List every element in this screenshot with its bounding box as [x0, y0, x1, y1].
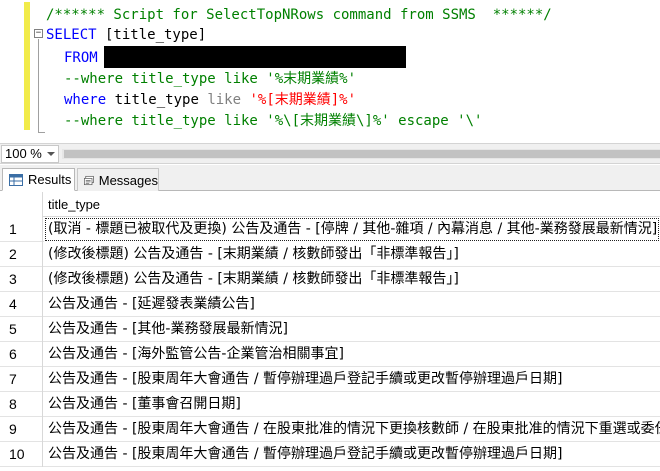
table-cell[interactable]: 公告及通告 - [延遲發表業績公告] [44, 292, 660, 317]
row-number[interactable]: 7 [0, 367, 43, 392]
row-number[interactable]: 9 [0, 417, 43, 442]
row-number[interactable]: 10 [0, 442, 43, 467]
where-pattern: '%[末期業績]%' [241, 92, 357, 108]
table-row[interactable]: 2 (修改後標題) 公告及通告 - [末期業績 / 核數師發出「非標準報告」] [0, 242, 660, 267]
table-row[interactable]: 9 公告及通告 - [股東周年大會通告 / 在股東批准的情況下更換核數師 / 在… [0, 417, 660, 442]
tab-messages[interactable]: Messages [77, 168, 159, 191]
outline-guide-end [38, 132, 45, 133]
row-number[interactable]: 1 [0, 217, 43, 242]
results-grid[interactable]: title_type 1 (取消 - 標題已被取代及更換) 公告及通告 - [停… [0, 192, 660, 471]
operator-like: like [207, 92, 242, 108]
messages-icon [84, 175, 94, 185]
chevron-down-icon [47, 152, 55, 156]
table-row[interactable]: 3 (修改後標題) 公告及通告 - [末期業績 / 核數師發出「非標準報告」] [0, 267, 660, 292]
tab-messages-label: Messages [98, 172, 158, 188]
code-line-select: SELECT [title_type] [46, 25, 206, 45]
table-row[interactable]: 10 公告及通告 - [股東周年大會通告 / 暫停辦理過戶登記手續或更改暫停辦理… [0, 442, 660, 467]
table-cell[interactable]: 公告及通告 - [其他-業務發展最新情況] [44, 317, 660, 342]
table-cell[interactable]: 公告及通告 - [股東周年大會通告 / 暫停辦理過戶登記手續或更改暫停辦理過戶日… [44, 367, 660, 392]
table-cell[interactable]: (修改後標題) 公告及通告 - [末期業績 / 核數師發出「非標準報告」] [44, 267, 660, 292]
select-column: [title_type] [96, 27, 207, 43]
row-number[interactable]: 6 [0, 342, 43, 367]
table-row[interactable]: 6 公告及通告 - [海外監管公告-企業管治相關事宜] [0, 342, 660, 367]
row-number[interactable]: 5 [0, 317, 43, 342]
table-row[interactable]: 8 公告及通告 - [董事會召開日期] [0, 392, 660, 417]
redacted-table-name [103, 46, 406, 68]
table-cell[interactable]: (修改後標題) 公告及通告 - [末期業績 / 核數師發出「非標準報告」] [44, 242, 660, 267]
code-line-from: FROM [64, 46, 406, 69]
tab-results[interactable]: Results [2, 168, 75, 191]
code-line-commented-where-2: --where title_type like '%\[末期業績\]%' esc… [64, 113, 483, 129]
horizontal-scrollbar[interactable] [62, 149, 660, 159]
table-row[interactable]: 1 (取消 - 標題已被取代及更換) 公告及通告 - [停牌 / 其他-雜項 /… [0, 217, 660, 242]
collapse-icon[interactable]: − [34, 29, 43, 38]
where-column: title_type [106, 92, 208, 108]
query-editor[interactable]: − /****** Script for SelectTopNRows comm… [0, 0, 660, 143]
table-row[interactable]: 5 公告及通告 - [其他-業務發展最新情況] [0, 317, 660, 342]
zoom-bar: 100 % [0, 143, 660, 164]
grid-icon [9, 173, 23, 186]
keyword-where: where [64, 92, 107, 108]
scrollbar-thumb[interactable] [64, 150, 660, 158]
table-cell[interactable]: 公告及通告 - [股東周年大會通告 / 在股東批准的情況下更換核數師 / 在股東… [44, 417, 660, 442]
zoom-dropdown[interactable]: 100 % [1, 145, 59, 163]
grid-corner[interactable] [0, 192, 43, 217]
keyword-from: FROM [64, 50, 98, 66]
row-number[interactable]: 8 [0, 392, 43, 417]
row-number[interactable]: 4 [0, 292, 43, 317]
table-cell-selected[interactable]: (取消 - 標題已被取代及更換) 公告及通告 - [停牌 / 其他-雜項 / 內… [44, 217, 660, 242]
table-row[interactable]: 4 公告及通告 - [延遲發表業績公告] [0, 292, 660, 317]
row-number[interactable]: 2 [0, 242, 43, 267]
table-row[interactable]: 7 公告及通告 - [股東周年大會通告 / 暫停辦理過戶登記手續或更改暫停辦理過… [0, 367, 660, 392]
column-header-title-type[interactable]: title_type [48, 192, 100, 217]
table-cell[interactable]: 公告及通告 - [董事會召開日期] [44, 392, 660, 417]
row-number[interactable]: 3 [0, 267, 43, 292]
code-line-where: where title_type like '%[末期業績]%' [64, 90, 356, 110]
code-line-commented-where-1: --where title_type like '%末期業績%' [64, 71, 357, 87]
outline-guide [38, 39, 39, 133]
zoom-value: 100 % [5, 146, 42, 161]
change-tracking-bar [24, 2, 30, 130]
keyword-select: SELECT [46, 27, 97, 43]
table-cell[interactable]: 公告及通告 - [股東周年大會通告 / 暫停辦理過戶登記手續或更改暫停辦理過戶日… [44, 442, 660, 467]
table-cell[interactable]: 公告及通告 - [海外監管公告-企業管治相關事宜] [44, 342, 660, 367]
tab-results-label: Results [28, 172, 72, 187]
code-line-comment-header: /****** Script for SelectTopNRows comman… [46, 7, 552, 23]
result-tabs: Results Messages [0, 165, 660, 191]
grid-header: title_type [0, 192, 660, 217]
